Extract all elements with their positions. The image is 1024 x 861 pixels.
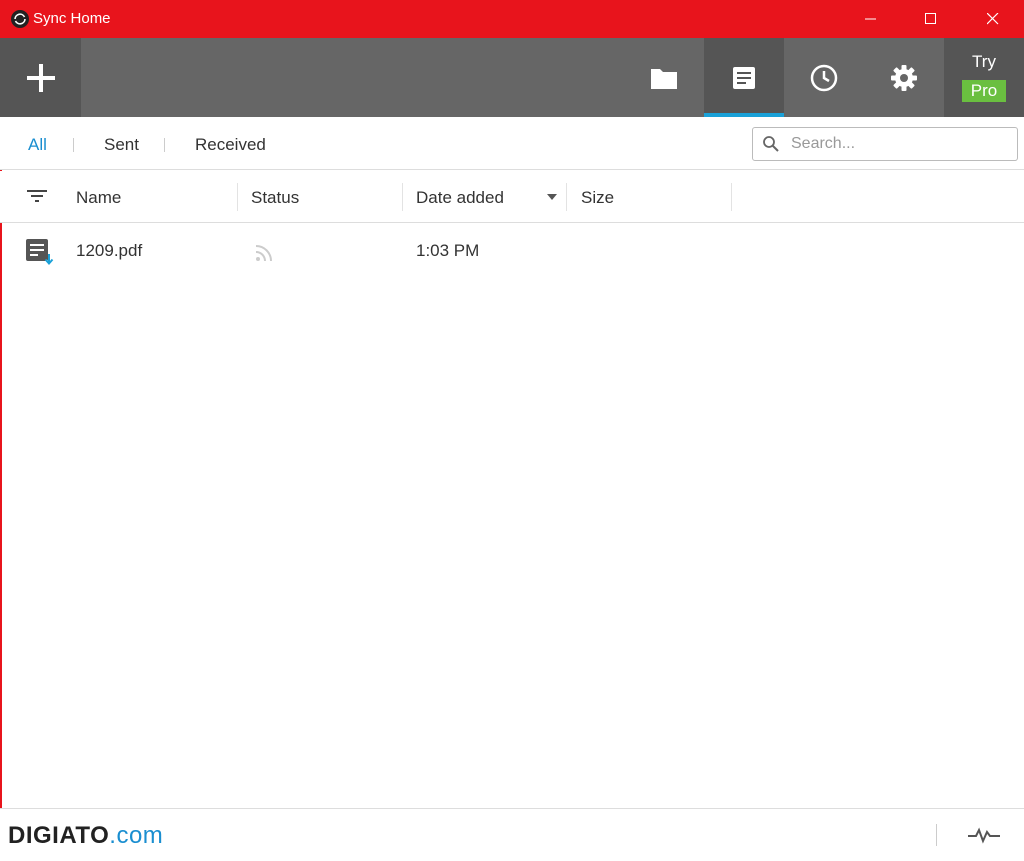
watermark-main: DIGIATO: [8, 822, 110, 849]
search-input[interactable]: [791, 132, 1007, 156]
filter-tab-received[interactable]: Received: [195, 135, 266, 155]
document-icon: [733, 66, 755, 89]
column-header-status[interactable]: Status: [251, 188, 299, 208]
table-header: Name Status Date added Size: [0, 171, 1024, 223]
settings-button[interactable]: [864, 38, 944, 117]
filter-divider: [73, 138, 74, 152]
files-button[interactable]: [704, 38, 784, 117]
folders-button[interactable]: [624, 38, 704, 117]
file-name: 1209.pdf: [76, 241, 143, 260]
main-toolbar: Try Pro: [0, 38, 1024, 117]
filter-bar: All Sent Received: [0, 117, 1024, 170]
close-icon: [987, 13, 999, 25]
column-divider: [566, 183, 567, 211]
add-button[interactable]: [0, 38, 81, 117]
try-pro-button[interactable]: Try Pro: [944, 38, 1024, 117]
column-header-date-added[interactable]: Date added: [416, 188, 504, 208]
plus-icon: [26, 63, 55, 92]
search-icon: [763, 136, 779, 152]
maximize-button[interactable]: [908, 0, 954, 38]
clock-icon: [810, 64, 838, 91]
minimize-button[interactable]: [848, 0, 894, 38]
maximize-icon: [925, 13, 936, 24]
close-button[interactable]: [970, 0, 1016, 38]
filter-tab-sent[interactable]: Sent: [104, 135, 139, 155]
minimize-icon: [865, 18, 876, 20]
table-row[interactable]: 1209.pdf 1:03 PM: [0, 224, 1024, 278]
app-logo-icon: [11, 10, 29, 28]
gear-icon: [891, 64, 917, 91]
watermark-domain: .com: [109, 822, 164, 849]
window-title: Sync Home: [33, 10, 111, 27]
activity-pulse-icon[interactable]: [968, 826, 1000, 844]
column-divider: [402, 183, 403, 211]
folder-icon: [651, 68, 677, 89]
history-button[interactable]: [784, 38, 864, 117]
status-bar: DIGIATO.com: [0, 808, 1024, 861]
pro-badge: Pro: [962, 80, 1006, 102]
search-box[interactable]: [752, 127, 1018, 161]
filter-tab-all[interactable]: All: [28, 135, 47, 155]
filter-divider: [164, 138, 165, 152]
sort-descending-icon: [547, 194, 557, 200]
column-divider: [731, 183, 732, 211]
filter-icon[interactable]: [26, 187, 48, 205]
column-divider: [237, 183, 238, 211]
watermark-logo: DIGIATO.com: [8, 823, 163, 849]
try-label: Try: [972, 52, 996, 71]
column-header-size[interactable]: Size: [581, 188, 614, 208]
received-file-icon: [26, 239, 54, 266]
footer-divider: [936, 824, 937, 846]
column-header-name[interactable]: Name: [76, 188, 121, 208]
date-added: 1:03 PM: [416, 241, 480, 260]
rss-signal-icon: [255, 245, 272, 262]
title-bar: Sync Home: [0, 0, 1024, 38]
